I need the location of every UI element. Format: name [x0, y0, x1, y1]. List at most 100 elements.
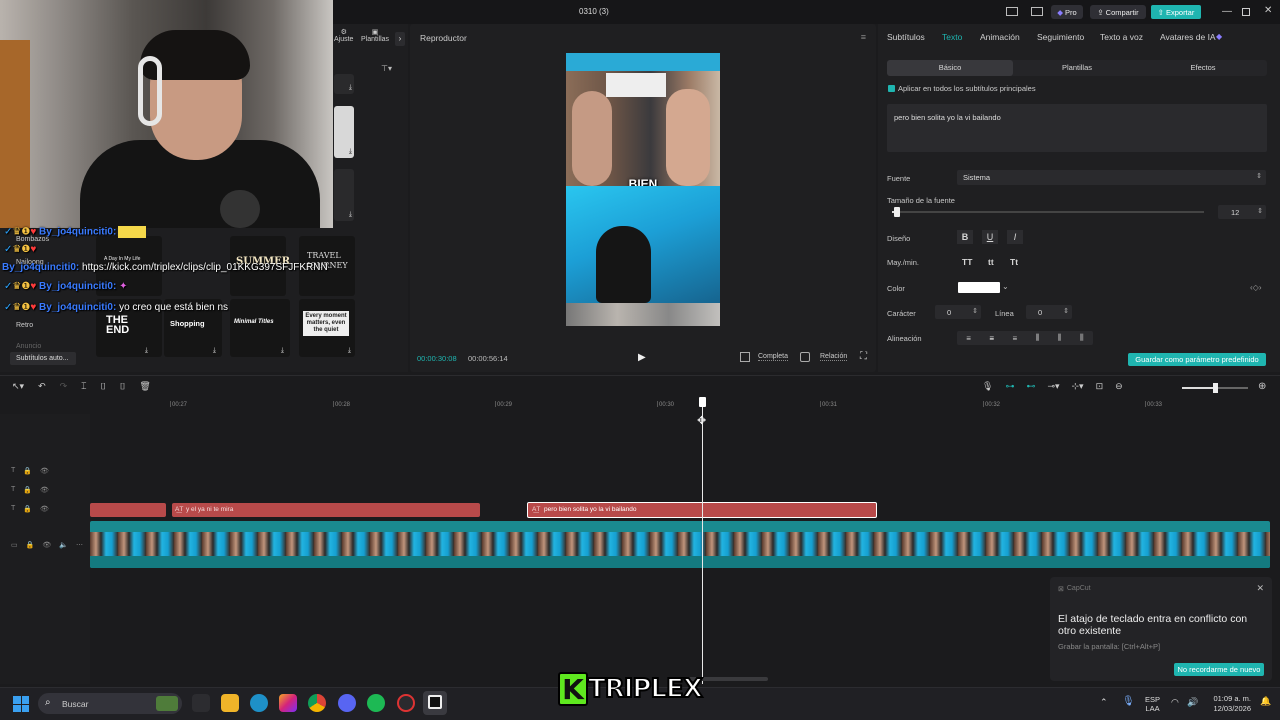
filter-icon[interactable]: ⊤▾ [381, 64, 392, 73]
shortcut-icon[interactable] [1031, 7, 1043, 16]
instagram-icon[interactable] [279, 694, 297, 712]
safe-area-icon[interactable] [740, 352, 750, 362]
sidebar-item[interactable]: Anuncio [16, 343, 41, 350]
close-icon[interactable]: ✕ [1256, 583, 1264, 594]
eye-icon[interactable]: 👁 [40, 467, 49, 475]
lock-icon[interactable]: 🔒 [23, 467, 32, 475]
align-center-icon[interactable]: ≡ [989, 334, 994, 343]
template-thumb[interactable]: ⤓ [334, 106, 354, 158]
download-icon[interactable]: ⤓ [349, 148, 352, 156]
tab-plantillas[interactable]: ▣ Plantillas [361, 28, 389, 43]
lowercase-button[interactable]: tt [988, 257, 994, 267]
share-button[interactable]: ⇪ Compartir [1090, 5, 1146, 19]
maximize-icon[interactable] [1242, 8, 1250, 16]
template-thumb[interactable]: ⤓ [334, 169, 354, 221]
tab-texto[interactable]: Texto [942, 32, 962, 42]
text-clip[interactable]: A͟T y el ya ni te mira [172, 503, 480, 517]
italic-icon[interactable]: I [1007, 230, 1023, 244]
snap-icon[interactable]: ⊹▾ [1072, 381, 1084, 392]
align-left-icon[interactable]: ≡ [966, 334, 971, 343]
eye-icon[interactable]: 👁 [40, 486, 49, 494]
tab-avatares[interactable]: Avatares de IA [1160, 32, 1216, 42]
save-preset-button[interactable]: Guardar como parámetro predefinido [1128, 353, 1266, 366]
select-tool-icon[interactable]: ↖▾ [12, 381, 24, 392]
more-icon[interactable]: ⋯ [76, 541, 83, 549]
keyframe-icon[interactable]: ‹◇› [1250, 283, 1261, 292]
preview-axis-icon[interactable]: ⊸▾ [1047, 381, 1059, 392]
font-size-input[interactable]: 12 ⇕ [1218, 205, 1266, 219]
trim-right-icon[interactable]: ⌷ [120, 381, 125, 392]
delete-icon[interactable]: 🗑 [139, 381, 150, 392]
download-icon[interactable]: ⤓ [349, 84, 352, 92]
video-clip[interactable] [90, 521, 1270, 568]
magnet-icon[interactable]: ⊶ [1005, 381, 1014, 392]
zoom-handle[interactable] [1213, 383, 1218, 393]
align-right-icon[interactable]: ≡ [1013, 334, 1018, 343]
playhead[interactable] [702, 400, 703, 684]
pro-button[interactable]: ◆ Pro [1051, 5, 1083, 19]
screenshot-icon[interactable] [800, 352, 810, 362]
align-middle-icon[interactable]: ⫼ [1058, 333, 1062, 343]
uppercase-button[interactable]: TT [962, 257, 972, 267]
download-icon[interactable]: ⤓ [281, 347, 284, 355]
split-icon[interactable]: ⌶ [81, 381, 86, 392]
edge-icon[interactable] [250, 694, 268, 712]
link-icon[interactable]: ⊷ [1026, 381, 1035, 392]
font-size-slider[interactable] [892, 211, 1204, 213]
bold-icon[interactable]: B [957, 230, 973, 244]
clock[interactable]: 01:09 a. m. 12/03/2026 [1208, 694, 1251, 714]
windows-start-icon[interactable] [13, 696, 29, 712]
chevron-down-icon[interactable]: ⌄ [1002, 282, 1009, 291]
spotify-icon[interactable] [367, 694, 385, 712]
capcut-taskbar-active[interactable] [423, 691, 447, 715]
apply-all-checkbox[interactable] [888, 85, 895, 92]
lock-icon[interactable]: 🔒 [23, 486, 32, 494]
zoom-out-icon[interactable]: ⊖ [1115, 381, 1123, 392]
download-icon[interactable]: ⤓ [348, 347, 351, 355]
tab-seguimiento[interactable]: Seguimiento [1037, 32, 1084, 42]
char-spacing-input[interactable]: 0 ⇕ [935, 305, 981, 319]
tab-texto-a-voz[interactable]: Texto a voz [1100, 32, 1143, 42]
undo-icon[interactable]: ↶ [38, 381, 46, 392]
wifi-icon[interactable]: ◠ [1171, 697, 1179, 708]
align-bottom-icon[interactable]: ⫼ [1080, 333, 1084, 343]
minimize-icon[interactable]: — [1222, 6, 1232, 17]
slider-handle[interactable] [894, 207, 900, 217]
template-thumb[interactable]: Minimal Titles ⤓ [230, 299, 290, 357]
caption-icon[interactable]: ⊡ [1096, 381, 1104, 392]
subtab-plantillas[interactable]: Plantillas [1014, 60, 1140, 76]
volume-icon[interactable]: 🔊 [1187, 697, 1198, 708]
align-top-icon[interactable]: ⫼ [1036, 333, 1040, 343]
tab-subtitulos[interactable]: Subtítulos [887, 32, 925, 42]
tab-animacion[interactable]: Animación [980, 32, 1020, 42]
chevron-up-icon[interactable]: ⌃ [1100, 697, 1108, 708]
subtab-basico[interactable]: Básico [887, 60, 1013, 76]
mic-tray-icon[interactable]: 🎙 [1122, 696, 1135, 707]
text-input[interactable]: pero bien solita yo la vi bailando [887, 104, 1267, 152]
fullscreen-icon[interactable]: ⛶ [860, 351, 867, 362]
discord-icon[interactable] [338, 694, 356, 712]
tab-ajuste[interactable]: ⚙ Ajuste [334, 28, 353, 43]
sidebar-item[interactable]: Retro [16, 322, 33, 329]
lock-icon[interactable]: 🔒 [23, 505, 32, 513]
download-icon[interactable]: ⤓ [213, 347, 216, 355]
play-icon[interactable]: ▶ [638, 352, 646, 363]
taskbar-search[interactable]: ⌕ Buscar [38, 693, 182, 714]
stepper-icon[interactable]: ⇕ [1257, 207, 1263, 215]
app-icon[interactable] [397, 694, 415, 712]
quality-button[interactable]: Completa [758, 353, 788, 361]
audio-icon[interactable]: 🔈 [59, 541, 68, 549]
video-preview[interactable]: BIEN [566, 53, 720, 326]
template-thumb[interactable]: ⤓ [334, 74, 354, 94]
trim-left-icon[interactable]: ⌷ [101, 381, 106, 392]
lock-icon[interactable]: 🔒 [26, 541, 35, 549]
underline-icon[interactable]: U [982, 230, 998, 244]
subtab-efectos[interactable]: Efectos [1140, 60, 1266, 76]
dont-remind-button[interactable]: No recordarme de nuevo [1174, 663, 1264, 676]
task-view-icon[interactable] [192, 694, 210, 712]
titlecase-button[interactable]: Tt [1010, 257, 1018, 267]
download-icon[interactable]: ⤓ [145, 347, 148, 355]
eye-icon[interactable]: 👁 [40, 505, 49, 513]
text-clip[interactable] [90, 503, 166, 517]
sidebar-item-subtitles[interactable]: Subtítulos auto... [10, 352, 76, 365]
